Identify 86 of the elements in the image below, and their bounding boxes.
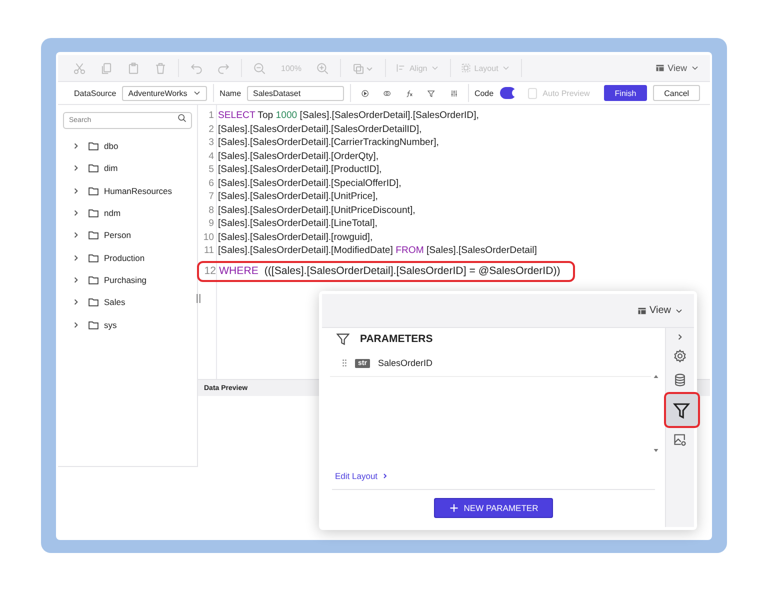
expand-icon[interactable]: [676, 333, 684, 341]
expand-icon[interactable]: [72, 320, 80, 329]
code-line: [Sales].[SalesOrderDetail].[UnitPrice],: [218, 191, 378, 202]
code-line: WHERE (([Sales].[SalesOrderDetail].[SalesOrderID] = @SalesOrderID)): [219, 265, 560, 277]
expand-icon[interactable]: [72, 186, 80, 195]
splitter-handle-icon[interactable]: [196, 294, 201, 303]
scroll-down-icon[interactable]: [653, 448, 659, 453]
code-line: [Sales].[SalesOrderDetail].[ProductID],: [218, 164, 382, 176]
edit-layout-link[interactable]: Edit Layout: [335, 471, 389, 481]
line-number: 2: [208, 124, 215, 135]
tree-item[interactable]: sys: [104, 320, 117, 330]
tree-item[interactable]: Purchasing: [104, 275, 147, 286]
line-number: 11: [203, 245, 215, 256]
tree-item[interactable]: dbo: [104, 140, 118, 151]
expand-icon[interactable]: [72, 164, 80, 172]
new-parameter-button[interactable]: NEW PARAMETER: [434, 498, 554, 518]
folder-icon: [88, 252, 99, 263]
code-line: [Sales].[SalesOrderDetail].[UnitPriceDiscount],: [218, 204, 416, 216]
line-number: 8: [208, 204, 215, 216]
tree-item[interactable]: dim: [104, 163, 118, 174]
chevron-right-icon: [380, 472, 389, 480]
zoom-level: 100%: [281, 64, 302, 72]
cancel-button[interactable]: Cancel: [653, 85, 700, 101]
name-field[interactable]: SalesDataset: [247, 86, 344, 100]
tree-item[interactable]: HumanResources: [104, 186, 172, 196]
view-dropdown[interactable]: View: [634, 305, 686, 316]
line-number: 4: [208, 150, 215, 162]
expand-icon[interactable]: [72, 208, 80, 217]
line-number: 7: [208, 191, 215, 202]
expand-icon[interactable]: [72, 142, 80, 150]
filter-icon[interactable]: [427, 88, 436, 98]
table-icon: [654, 63, 665, 73]
search-icon[interactable]: [177, 112, 187, 122]
code-line: [Sales].[SalesOrderDetail].[CarrierTrackingNumber],: [218, 137, 439, 148]
filter-icon: [336, 332, 350, 346]
tree-item[interactable]: Production: [104, 252, 145, 263]
folder-icon: [88, 275, 99, 286]
code-line: SELECT Top 1000 [Sales].[SalesOrderDetail].[SalesOrderID],: [218, 110, 479, 122]
code-line: [Sales].[SalesOrderDetail].[SalesOrderDetailID],: [218, 124, 422, 135]
tree-item[interactable]: Person: [104, 230, 131, 240]
tree-item[interactable]: Sales: [104, 297, 126, 308]
drag-handle-icon[interactable]: [342, 359, 347, 367]
filter-tab[interactable]: [664, 392, 700, 428]
plus-icon: [448, 503, 459, 513]
datasource-label: DataSource: [74, 88, 116, 98]
folder-icon: [88, 186, 99, 196]
code-line: [Sales].[SalesOrderDetail].[SpecialOfferID],: [218, 178, 402, 189]
auto-preview-label: Auto Preview: [542, 88, 590, 98]
code-line: [Sales].[SalesOrderDetail].[rowguid],: [218, 232, 373, 243]
line-number: 10: [202, 232, 215, 243]
code-line: [Sales].[SalesOrderDetail].[OrderQty],: [218, 150, 378, 162]
line-number: 1: [208, 110, 215, 122]
folder-icon: [88, 320, 99, 330]
panel-title: PARAMETERS: [360, 333, 433, 345]
code-line: [Sales].[SalesOrderDetail].[LineTotal],: [218, 218, 378, 230]
folder-icon: [88, 140, 99, 151]
folder-icon: [88, 297, 99, 308]
finish-button[interactable]: Finish: [604, 85, 648, 101]
settings-icon: [673, 349, 687, 363]
database-icon: [673, 373, 687, 387]
line-number: 3: [208, 137, 215, 148]
layout-icon: [461, 63, 472, 73]
folder-icon: [88, 230, 99, 240]
align-icon: [396, 63, 406, 73]
expand-icon[interactable]: [72, 231, 80, 240]
tree-item[interactable]: ndm: [104, 208, 121, 218]
image-settings-icon: [673, 433, 687, 447]
function-icon[interactable]: [405, 88, 414, 98]
expand-icon[interactable]: [72, 254, 80, 262]
expand-icon[interactable]: [72, 276, 80, 284]
parameter-name[interactable]: SalesOrderID: [378, 358, 432, 368]
line-number: 5: [208, 164, 215, 176]
expand-icon[interactable]: [72, 298, 80, 306]
line-number: 12: [203, 265, 217, 277]
folder-icon: [88, 208, 99, 218]
code-line: [Sales].[SalesOrderDetail].[ModifiedDate] FROM [Sales].[SalesOrderDetail]: [218, 245, 537, 256]
folder-icon: [88, 163, 99, 174]
name-label: Name: [220, 88, 242, 98]
line-number: 6: [208, 178, 215, 189]
line-number: 9: [208, 218, 215, 230]
table-icon: [636, 306, 646, 316]
filter-icon: [673, 402, 690, 418]
datasource-dropdown[interactable]: AdventureWorks: [122, 86, 207, 100]
sliders-icon[interactable]: [450, 88, 458, 98]
code-label: Code: [474, 88, 494, 98]
run-icon[interactable]: [360, 88, 369, 98]
